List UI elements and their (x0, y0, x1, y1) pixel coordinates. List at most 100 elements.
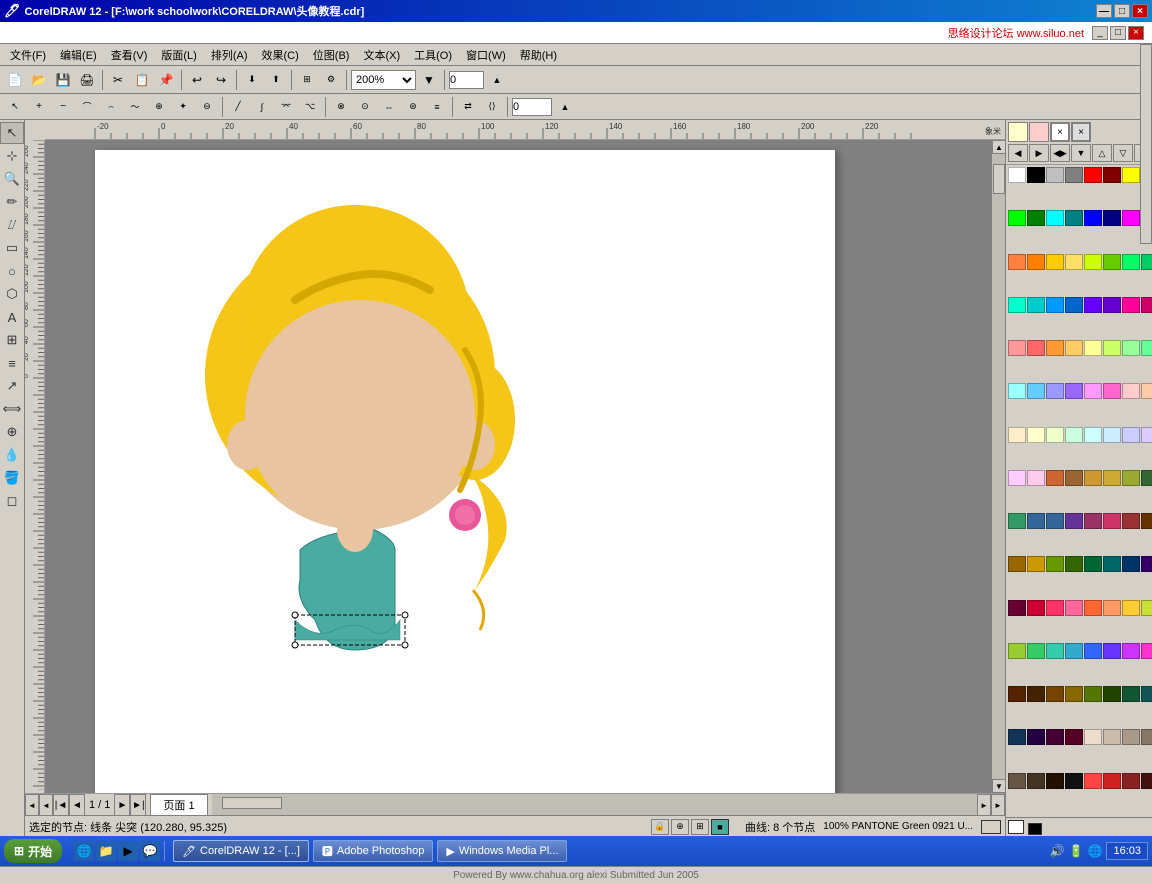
color-swatch[interactable] (1122, 297, 1140, 313)
t2-s1[interactable]: ⌤ (275, 96, 297, 118)
color-swatch[interactable] (1103, 773, 1121, 789)
ql-ie[interactable]: 🌐 (74, 841, 94, 861)
color-swatch[interactable] (1008, 773, 1026, 789)
color-swatch[interactable] (1008, 470, 1026, 486)
tool-connector[interactable]: ↗ (0, 375, 24, 397)
color-swatch[interactable] (1027, 383, 1045, 399)
color-swatch[interactable] (1122, 210, 1140, 226)
color-swatch[interactable] (1065, 340, 1083, 356)
color-swatch[interactable] (1008, 340, 1026, 356)
canvas-scroll[interactable] (45, 140, 991, 793)
color-swatch[interactable] (1008, 254, 1026, 270)
color-swatch[interactable] (1084, 470, 1102, 486)
color-swatch[interactable] (1046, 729, 1064, 745)
color-swatch[interactable] (1008, 167, 1026, 183)
color-swatch[interactable] (1141, 427, 1152, 443)
color-swatch[interactable] (1141, 686, 1152, 702)
color-swatch[interactable] (1027, 340, 1045, 356)
color-swatch[interactable] (1065, 643, 1083, 659)
color-swatch[interactable] (1141, 470, 1152, 486)
color-swatch[interactable] (1008, 600, 1026, 616)
t2-select[interactable]: ↖ (4, 96, 26, 118)
tool-freehand[interactable]: ✏ (0, 191, 24, 213)
t2-curve[interactable]: ∫ (251, 96, 273, 118)
color-swatch[interactable] (1027, 643, 1045, 659)
color-swatch[interactable] (1084, 254, 1102, 270)
color-swatch[interactable] (1027, 167, 1045, 183)
right-panel-scroll[interactable] (1140, 120, 1152, 244)
print-button[interactable]: 🖨 (76, 69, 98, 91)
color-swatch[interactable] (1027, 254, 1045, 270)
color-swatch[interactable] (1122, 556, 1140, 572)
color-swatch[interactable] (1065, 513, 1083, 529)
status-grid-icon[interactable]: ⊞ (691, 819, 709, 835)
color-swatch[interactable] (1122, 686, 1140, 702)
new-button[interactable]: 📄 (4, 69, 26, 91)
color-swatch[interactable] (1103, 210, 1121, 226)
color-swatch[interactable] (1008, 383, 1026, 399)
hscroll-thumb[interactable] (222, 797, 282, 809)
color-swatch[interactable] (1046, 254, 1064, 270)
color-swatch[interactable] (1046, 297, 1064, 313)
color-swatch[interactable] (1103, 254, 1121, 270)
color-swatch[interactable] (1065, 556, 1083, 572)
color-swatch[interactable] (1084, 340, 1102, 356)
menu-text[interactable]: 文本(X) (357, 45, 406, 65)
t2-sub[interactable]: − (52, 96, 74, 118)
color-swatch[interactable] (1008, 427, 1026, 443)
color-swatch[interactable] (1084, 513, 1102, 529)
color-swatch[interactable] (1122, 254, 1140, 270)
color-swatch[interactable] (1084, 427, 1102, 443)
cp-icon-2[interactable] (1029, 122, 1049, 142)
taskbar-coreldraw[interactable]: 🖊 CorelDRAW 12 - [...] (173, 840, 309, 862)
color-swatch[interactable] (1122, 427, 1140, 443)
color-swatch[interactable] (1103, 600, 1121, 616)
t2-elastic[interactable]: ⟨⟩ (481, 96, 503, 118)
color-swatch[interactable] (1027, 729, 1045, 745)
export-button[interactable]: ⬆ (265, 69, 287, 91)
color-swatch[interactable] (1046, 556, 1064, 572)
color-swatch[interactable] (1103, 729, 1121, 745)
tool-interactive[interactable]: ⊕ (0, 421, 24, 443)
close-button[interactable]: × (1132, 4, 1148, 18)
paste-button[interactable]: 📌 (155, 69, 177, 91)
color-swatch[interactable] (1065, 167, 1083, 183)
color-swatch[interactable] (1141, 729, 1152, 745)
color-swatch[interactable] (1103, 340, 1121, 356)
color-swatch[interactable] (1027, 600, 1045, 616)
t2-reflect[interactable]: ⇄ (457, 96, 479, 118)
redo-button[interactable]: ↪ (210, 69, 232, 91)
color-swatch[interactable] (1122, 600, 1140, 616)
cp-arr5[interactable]: △ (1092, 144, 1112, 162)
color-swatch[interactable] (1065, 427, 1083, 443)
scroll-track-v[interactable] (992, 154, 1005, 779)
t2-extend[interactable]: ⇔ (378, 96, 400, 118)
menu-edit[interactable]: 编辑(E) (54, 45, 103, 65)
undo-button[interactable]: ↩ (186, 69, 208, 91)
color-swatch[interactable] (1046, 340, 1064, 356)
color-swatch[interactable] (1027, 773, 1045, 789)
tool-smart-draw[interactable]: ⌰ (0, 214, 24, 236)
color-swatch[interactable] (1122, 729, 1140, 745)
open-button[interactable]: 📂 (28, 69, 50, 91)
copy-button[interactable]: 📋 (131, 69, 153, 91)
color-swatch[interactable] (1141, 513, 1152, 529)
menu-arrange[interactable]: 排列(A) (205, 45, 254, 65)
tool-eyedropper[interactable]: 💧 (0, 444, 24, 466)
color-swatch[interactable] (1103, 556, 1121, 572)
cp-color-fill[interactable] (1008, 820, 1024, 834)
scroll-down-btn[interactable]: ▼ (992, 779, 1005, 793)
color-swatch[interactable] (1008, 686, 1026, 702)
taskbar-mediaplayer[interactable]: ▶ Windows Media Pl... (437, 840, 567, 862)
t2-sym[interactable]: ⊕ (148, 96, 170, 118)
color-swatch[interactable] (1141, 297, 1152, 313)
color-swatch[interactable] (1084, 383, 1102, 399)
color-swatch[interactable] (1103, 470, 1121, 486)
color-swatch[interactable] (1084, 167, 1102, 183)
tool-node[interactable]: ⊹ (0, 145, 24, 167)
color-swatch[interactable] (1046, 210, 1064, 226)
color-swatch[interactable] (1046, 513, 1064, 529)
color-swatch[interactable] (1122, 167, 1140, 183)
color-swatch[interactable] (1008, 210, 1026, 226)
tool-text[interactable]: A (0, 306, 24, 328)
